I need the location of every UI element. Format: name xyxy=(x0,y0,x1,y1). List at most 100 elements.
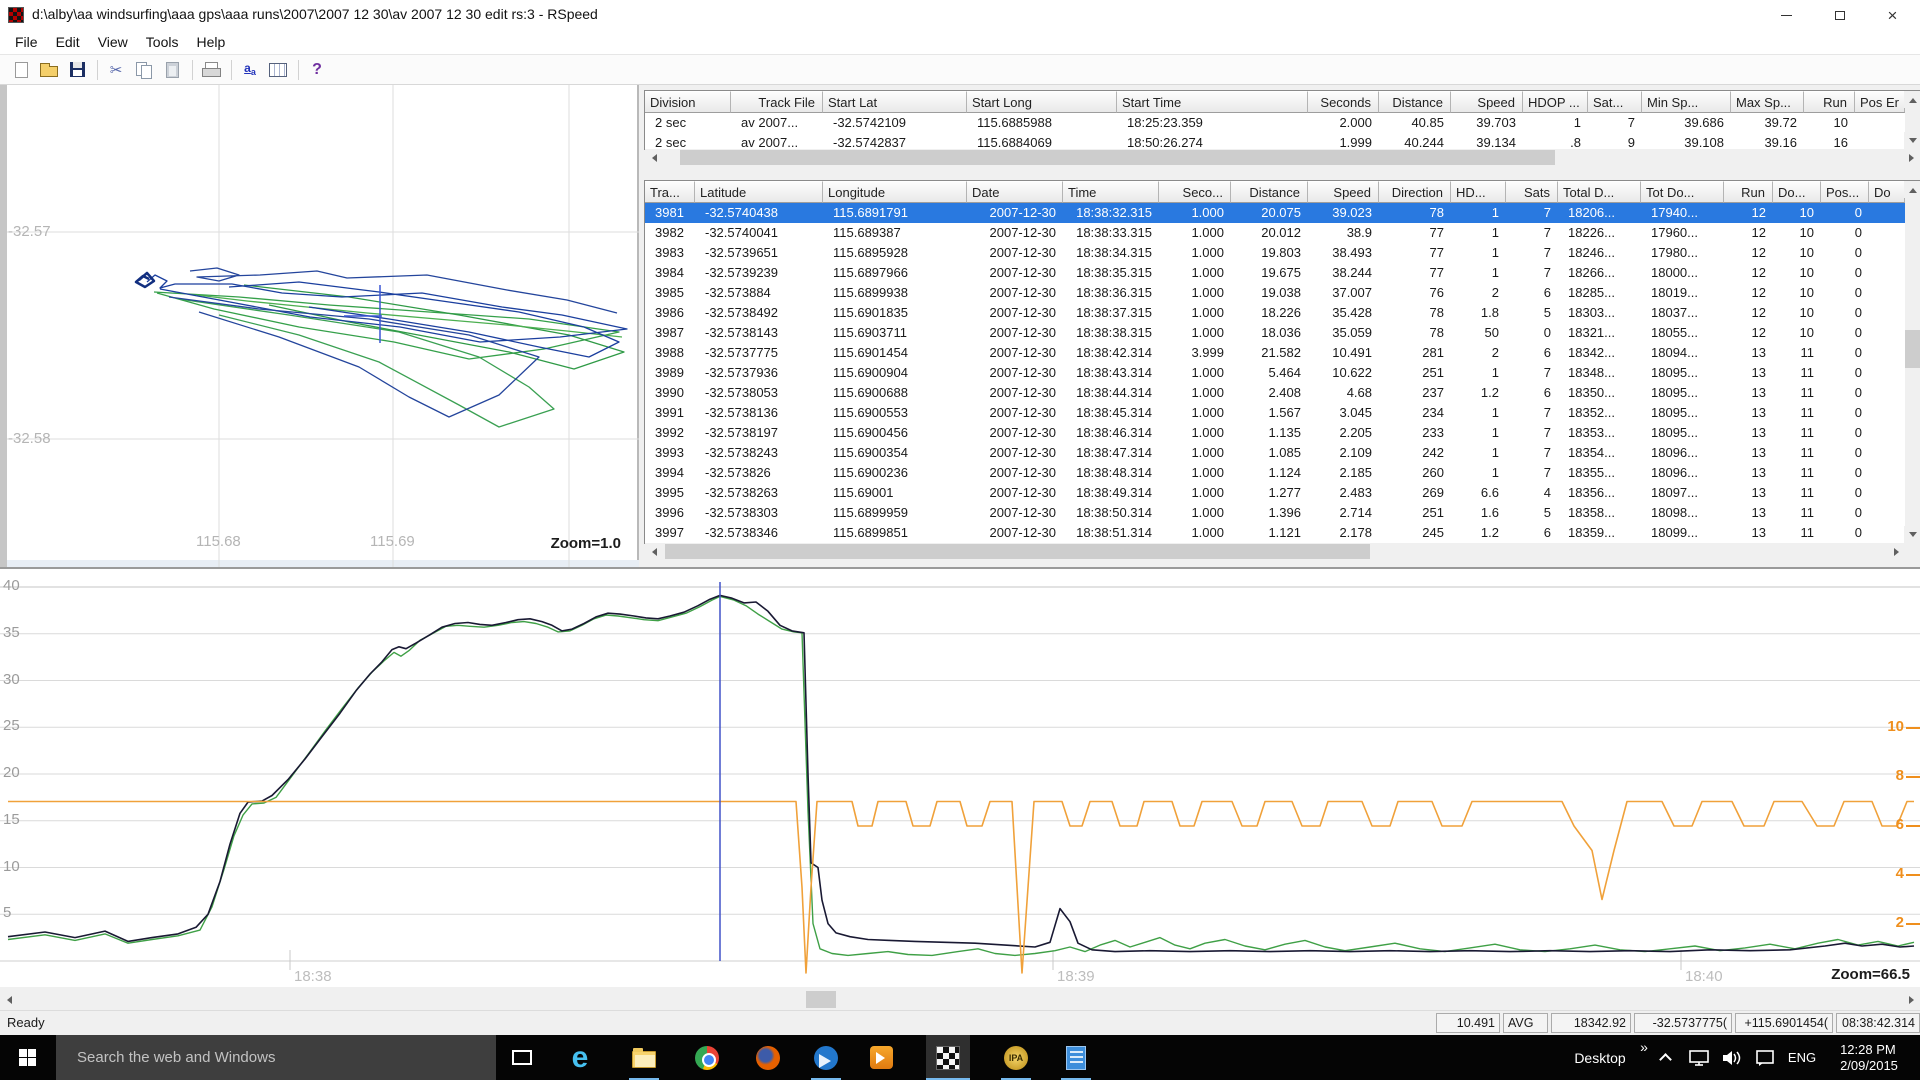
scroll-left-button[interactable] xyxy=(0,991,17,1008)
scroll-thumb[interactable] xyxy=(680,150,1555,165)
column-header-seconds[interactable]: Seconds xyxy=(1308,91,1379,113)
column-header-tot-do[interactable]: Tot Do... xyxy=(1641,181,1724,203)
scroll-up-button[interactable] xyxy=(1904,91,1920,108)
column-header-distance[interactable]: Distance xyxy=(1379,91,1451,113)
table-row[interactable]: 2 secav 2007...-32.5742109115.688598818:… xyxy=(645,113,1905,133)
start-button[interactable] xyxy=(0,1035,55,1080)
edge-button[interactable] xyxy=(558,1035,602,1080)
desktop-toolbar[interactable]: Desktop xyxy=(1568,1035,1632,1080)
table-row[interactable]: 3997-32.5738346115.68998512007-12-3018:3… xyxy=(645,523,1905,543)
media-player-button[interactable] xyxy=(859,1035,903,1080)
scroll-down-button[interactable] xyxy=(1904,132,1920,149)
scroll-thumb[interactable] xyxy=(806,991,836,1008)
column-header-hdop[interactable]: HDOP ... xyxy=(1523,91,1588,113)
column-header-seco[interactable]: Seco... xyxy=(1159,181,1231,203)
scroll-right-button[interactable] xyxy=(1903,991,1920,1008)
points-vscrollbar[interactable] xyxy=(1905,181,1920,543)
table-row[interactable]: 3985-32.573884115.68999382007-12-3018:38… xyxy=(645,283,1905,303)
column-header-date[interactable]: Date xyxy=(967,181,1063,203)
points-hscrollbar[interactable] xyxy=(645,543,1905,560)
task-view-button[interactable] xyxy=(500,1035,544,1080)
toolbar-overflow-chevron[interactable]: » xyxy=(1636,1035,1652,1059)
column-header-time[interactable]: Time xyxy=(1063,181,1159,203)
column-header-pos-er[interactable]: Pos Er xyxy=(1855,91,1905,113)
table-row[interactable]: 3988-32.5737775115.69014542007-12-3018:3… xyxy=(645,343,1905,363)
table-row[interactable]: 3983-32.5739651115.68959282007-12-3018:3… xyxy=(645,243,1905,263)
rspeed-taskbar-button[interactable] xyxy=(926,1035,970,1080)
column-header-min-sp[interactable]: Min Sp... xyxy=(1642,91,1731,113)
chrome-button[interactable] xyxy=(685,1035,729,1080)
table-row[interactable]: 3987-32.5738143115.69037112007-12-3018:3… xyxy=(645,323,1905,343)
copy-button[interactable] xyxy=(131,58,157,82)
column-header-track-file[interactable]: Track File xyxy=(731,91,823,113)
column-header-speed[interactable]: Speed xyxy=(1451,91,1523,113)
firefox-button[interactable] xyxy=(746,1035,790,1080)
column-header-run[interactable]: Run xyxy=(1724,181,1773,203)
column-header-start-long[interactable]: Start Long xyxy=(967,91,1117,113)
summary-vscrollbar[interactable] xyxy=(1905,91,1920,149)
grid-view-button[interactable] xyxy=(265,58,291,82)
action-center-button[interactable] xyxy=(1750,1035,1780,1080)
network-button[interactable] xyxy=(1684,1035,1714,1080)
minimize-button[interactable] xyxy=(1760,0,1813,30)
table-row[interactable]: 3996-32.5738303115.68999592007-12-3018:3… xyxy=(645,503,1905,523)
ipa-button[interactable]: IPA xyxy=(994,1035,1038,1080)
print-button[interactable] xyxy=(198,58,224,82)
close-button[interactable] xyxy=(1866,0,1919,30)
column-header-total-d[interactable]: Total D... xyxy=(1558,181,1641,203)
maximize-button[interactable] xyxy=(1813,0,1866,30)
sort-button[interactable] xyxy=(237,58,263,82)
column-header-pos[interactable]: Pos... xyxy=(1821,181,1869,203)
file-explorer-button[interactable] xyxy=(622,1035,666,1080)
table-row[interactable]: 3991-32.5738136115.69005532007-12-3018:3… xyxy=(645,403,1905,423)
table-row[interactable]: 3990-32.5738053115.69006882007-12-3018:3… xyxy=(645,383,1905,403)
column-header-direction[interactable]: Direction xyxy=(1379,181,1451,203)
table-row[interactable]: 3993-32.5738243115.69003542007-12-3018:3… xyxy=(645,443,1905,463)
table-row[interactable]: 3982-32.5740041115.6893872007-12-3018:38… xyxy=(645,223,1905,243)
scroll-down-button[interactable] xyxy=(1904,526,1920,543)
column-header-latitude[interactable]: Latitude xyxy=(695,181,823,203)
table-row[interactable]: 3989-32.5737936115.69009042007-12-3018:3… xyxy=(645,363,1905,383)
paste-button[interactable] xyxy=(159,58,185,82)
table-row[interactable]: 3995-32.5738263115.690012007-12-3018:38:… xyxy=(645,483,1905,503)
table-row[interactable]: 3992-32.5738197115.69004562007-12-3018:3… xyxy=(645,423,1905,443)
table-row[interactable]: 3984-32.5739239115.68979662007-12-3018:3… xyxy=(645,263,1905,283)
document-app-button[interactable] xyxy=(1054,1035,1098,1080)
hidden-icons-button[interactable] xyxy=(1653,1035,1677,1080)
column-header-hd[interactable]: HD... xyxy=(1451,181,1506,203)
column-header-do[interactable]: Do... xyxy=(1773,181,1821,203)
scroll-up-button[interactable] xyxy=(1904,181,1920,198)
language-indicator[interactable]: ENG xyxy=(1784,1035,1820,1080)
column-header-tra[interactable]: Tra... xyxy=(645,181,695,203)
menu-tools[interactable]: Tools xyxy=(137,32,188,52)
scroll-right-button[interactable] xyxy=(1903,149,1920,166)
save-button[interactable] xyxy=(64,58,90,82)
new-file-button[interactable] xyxy=(8,58,34,82)
column-header-sat[interactable]: Sat... xyxy=(1588,91,1642,113)
map-splitter[interactable] xyxy=(0,85,7,567)
help-button[interactable] xyxy=(304,58,330,82)
column-header-distance[interactable]: Distance xyxy=(1231,181,1308,203)
scroll-thumb[interactable] xyxy=(1905,330,1920,368)
app-icon-checkered-flag[interactable] xyxy=(8,7,24,23)
column-header-do[interactable]: Do xyxy=(1869,181,1905,203)
volume-button[interactable] xyxy=(1716,1035,1748,1080)
table-row[interactable]: 3986-32.5738492115.69018352007-12-3018:3… xyxy=(645,303,1905,323)
scroll-right-button[interactable] xyxy=(1888,543,1905,560)
column-header-start-lat[interactable]: Start Lat xyxy=(823,91,967,113)
column-header-longitude[interactable]: Longitude xyxy=(823,181,967,203)
menu-help[interactable]: Help xyxy=(187,32,234,52)
table-row[interactable]: 3994-32.573826115.69002362007-12-3018:38… xyxy=(645,463,1905,483)
taskbar-search-input[interactable]: Search the web and Windows xyxy=(56,1035,496,1080)
scroll-thumb[interactable] xyxy=(665,544,1370,559)
column-header-run[interactable]: Run xyxy=(1804,91,1855,113)
taskbar-clock[interactable]: 12:28 PM2/09/2015 xyxy=(1826,1035,1912,1080)
scroll-left-button[interactable] xyxy=(645,543,662,560)
menu-file[interactable]: File xyxy=(6,32,47,52)
thunderbird-button[interactable] xyxy=(804,1035,848,1080)
column-header-max-sp[interactable]: Max Sp... xyxy=(1731,91,1804,113)
column-header-start-time[interactable]: Start Time xyxy=(1117,91,1308,113)
gps-track-map[interactable] xyxy=(7,85,639,567)
open-file-button[interactable] xyxy=(36,58,62,82)
summary-hscrollbar[interactable] xyxy=(645,149,1920,166)
